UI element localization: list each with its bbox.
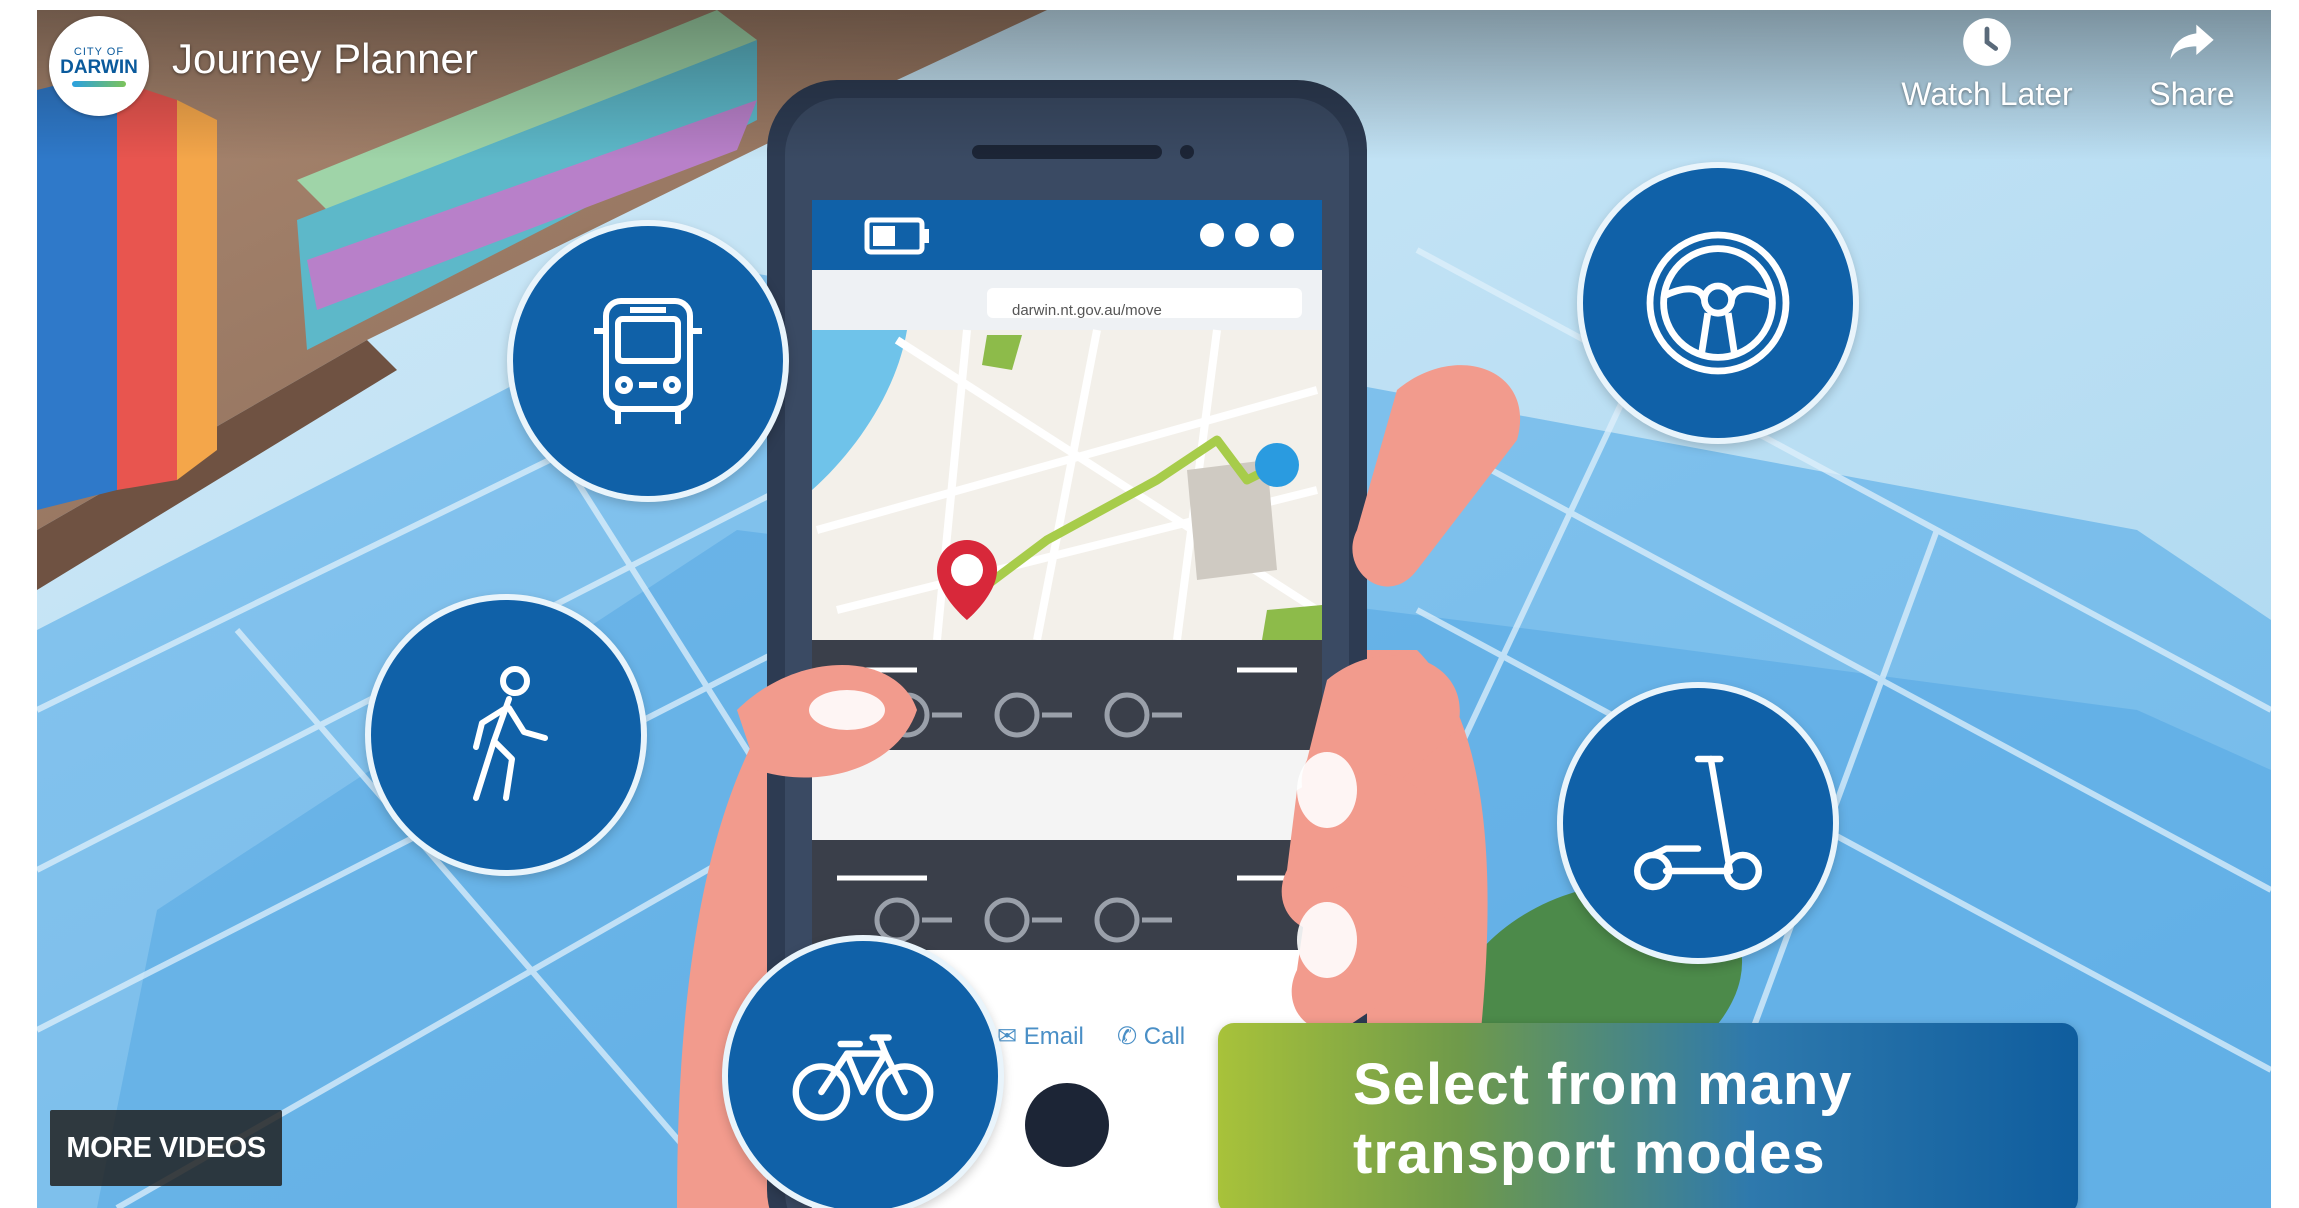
channel-logo[interactable]: CITY OF DARWIN xyxy=(49,16,149,116)
bus-icon xyxy=(594,298,702,424)
clock-icon xyxy=(1963,18,2011,66)
phone-email-link: ✉ Email xyxy=(997,1023,1084,1050)
logo-main-text: DARWIN xyxy=(60,56,138,78)
phone-url-text: darwin.nt.gov.au/move xyxy=(1012,302,1162,319)
caption-line-2: transport modes xyxy=(1353,1121,1826,1186)
caption-line-1: Select from many xyxy=(1353,1052,1853,1117)
share-arrow-icon xyxy=(2170,24,2214,60)
phone-call-link: ✆ Call xyxy=(1117,1023,1186,1050)
logo-small-text: CITY OF xyxy=(73,45,125,58)
email-label: Email xyxy=(1023,1023,1084,1050)
scooter-icon-circle xyxy=(1557,682,1839,964)
more-videos-button[interactable]: MORE VIDEOS xyxy=(50,1110,282,1186)
walking-icon-circle xyxy=(365,594,647,876)
steering-wheel-icon xyxy=(1646,231,1790,375)
call-label: Call xyxy=(1143,1023,1186,1050)
bicycle-icon xyxy=(792,1034,934,1121)
video-player[interactable]: darwin.nt.gov.au/move ✉ Email ✆ Call Sel… xyxy=(37,10,2271,1208)
share-label: Share xyxy=(2149,76,2235,112)
share-button[interactable]: Share xyxy=(2127,16,2257,113)
caption-banner: Select from many transport modes xyxy=(1218,1023,2078,1208)
car-icon-circle xyxy=(1577,162,1859,444)
bus-icon-circle xyxy=(507,220,789,502)
walking-person-icon xyxy=(473,666,548,801)
watch-later-label: Watch Later xyxy=(1901,76,2073,112)
video-title[interactable]: Journey Planner xyxy=(172,35,478,83)
watch-later-button[interactable]: Watch Later xyxy=(1887,16,2087,113)
logo-wave-mark xyxy=(72,80,126,87)
scooter-icon xyxy=(1634,755,1762,891)
bicycle-icon-circle xyxy=(722,935,1004,1208)
